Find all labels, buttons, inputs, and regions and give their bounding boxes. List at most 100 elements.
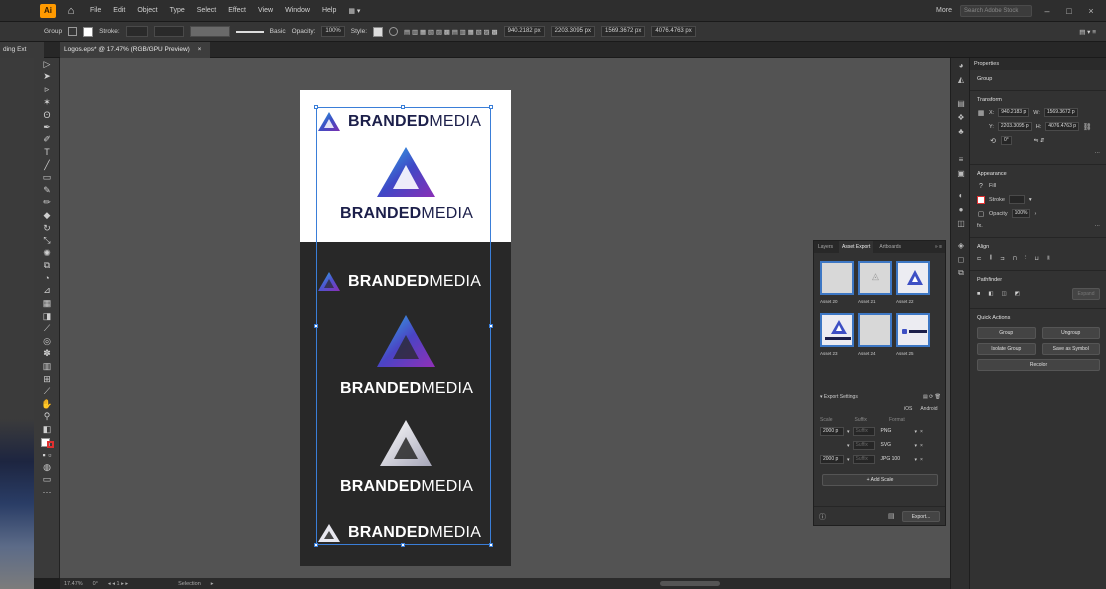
color-panel-icon[interactable]: ◕: [951, 58, 971, 72]
fill-swatch[interactable]: [68, 27, 78, 36]
tab-previous-document[interactable]: ding Ext: [0, 42, 44, 58]
bounding-handle[interactable]: [489, 543, 493, 547]
curvature-tool-icon[interactable]: ✐: [34, 134, 60, 147]
menu-effect[interactable]: Effect: [228, 7, 246, 14]
gradient-tool-icon[interactable]: ◨: [34, 310, 60, 323]
asset-thumbnail[interactable]: [858, 313, 892, 347]
workspace-switcher[interactable]: More: [936, 7, 952, 14]
home-icon[interactable]: ⌂: [64, 4, 78, 18]
paintbrush-tool-icon[interactable]: ✎: [34, 184, 60, 197]
menu-edit[interactable]: Edit: [113, 7, 125, 14]
hand-tool-icon[interactable]: ✋: [34, 398, 60, 411]
screen-mode-icon[interactable]: ▭: [34, 474, 60, 487]
export-button[interactable]: Export...: [902, 511, 940, 522]
rotation-angle[interactable]: 0°: [93, 581, 98, 587]
export-for-screens-icon[interactable]: ▤: [888, 512, 895, 520]
transform-x-field[interactable]: 940.2183 p: [998, 108, 1030, 117]
scale-field[interactable]: 2000 p: [820, 455, 844, 464]
rectangle-tool-icon[interactable]: ▭: [34, 171, 60, 184]
y-field[interactable]: 2203.3095 px: [550, 26, 596, 37]
menu-object[interactable]: Object: [137, 7, 157, 14]
maximize-icon[interactable]: □: [1062, 6, 1076, 16]
transform-w-field[interactable]: 1569.3672 p: [1043, 108, 1078, 117]
pathfinder-unite-icon[interactable]: ■: [977, 291, 980, 297]
format-select[interactable]: PNG: [877, 427, 912, 436]
shape-builder-tool-icon[interactable]: ◔: [34, 272, 60, 285]
tab-active-document[interactable]: Logos.eps* @ 17.47% (RGB/GPU Preview) ×: [60, 42, 210, 58]
zoom-tool-icon[interactable]: ⚲: [34, 411, 60, 424]
export-settings-toggle[interactable]: ▾ Export Settings: [820, 394, 858, 400]
bounding-handle[interactable]: [314, 105, 318, 109]
stroke-color-swatch[interactable]: [977, 195, 985, 204]
format-select[interactable]: JPG 100: [877, 455, 912, 464]
opacity-label[interactable]: Opacity: [989, 211, 1008, 217]
gradient-panel-icon[interactable]: ▣: [951, 166, 971, 180]
opacity-field[interactable]: 100%: [1011, 209, 1031, 218]
suffix-field[interactable]: Suffix: [852, 427, 875, 436]
rotate-angle-field[interactable]: 0°: [1001, 136, 1012, 145]
asset-name[interactable]: Asset 24: [858, 351, 876, 356]
appearance-panel-icon[interactable]: ●: [951, 202, 971, 216]
status-arrow-icon[interactable]: ▸: [211, 581, 214, 587]
bounding-handle[interactable]: [401, 543, 405, 547]
pathfinder-exclude-icon[interactable]: ◩: [1015, 291, 1020, 297]
more-options-icon[interactable]: ···: [1095, 150, 1101, 156]
asset-name[interactable]: Asset 23: [820, 351, 838, 356]
info-icon[interactable]: ⓘ: [819, 512, 826, 522]
stroke-label[interactable]: Stroke: [989, 197, 1005, 203]
scale-field[interactable]: 2000 p: [820, 427, 844, 436]
x-field[interactable]: 940.2182 px: [503, 26, 545, 37]
brush-basic-label[interactable]: Basic: [270, 28, 286, 35]
color-guide-icon[interactable]: ◭: [951, 72, 971, 86]
graph-tool-icon[interactable]: ▥: [34, 360, 60, 373]
eyedropper-tool-icon[interactable]: ⟋: [34, 322, 60, 335]
warp-tool-icon[interactable]: ✺: [34, 247, 60, 260]
bounding-handle[interactable]: [314, 543, 318, 547]
transparency-panel-icon[interactable]: ◐: [951, 188, 971, 202]
artboard-navigator[interactable]: ◂ ◂ 1 ▸ ▸: [108, 581, 128, 587]
free-transform-tool-icon[interactable]: ⧉: [34, 260, 60, 273]
variable-width-field[interactable]: [153, 26, 184, 37]
bounding-handle[interactable]: [314, 324, 318, 328]
h-field[interactable]: 4076.4763 px: [651, 26, 696, 37]
remove-scale-icon[interactable]: ×: [920, 429, 923, 435]
stroke-panel-icon[interactable]: ≡: [951, 152, 971, 166]
selection-tool-icon[interactable]: ➤: [34, 71, 60, 84]
pathfinder-intersect-icon[interactable]: ◫: [1002, 291, 1007, 297]
bounding-handle[interactable]: [489, 105, 493, 109]
format-dropdown-icon[interactable]: ▾: [915, 429, 918, 435]
artboards-panel-icon[interactable]: ◻: [951, 252, 971, 266]
direct-selection-tool-icon[interactable]: ▹: [34, 83, 60, 96]
symbols-icon[interactable]: ❖: [951, 110, 971, 124]
minimize-icon[interactable]: –: [1040, 6, 1054, 16]
reference-point-icon[interactable]: ▦: [977, 109, 985, 117]
align-icons[interactable]: ▤ ▥ ▦ ▧ ▨ ▩ ▤ ▥ ▦ ▧ ▨ ▩: [404, 28, 498, 36]
color-mode-icons[interactable]: ▪ ▫: [34, 448, 60, 461]
tab-close-icon[interactable]: ×: [198, 46, 202, 53]
selection-bounding-box[interactable]: [316, 107, 491, 545]
recolor-icon[interactable]: [389, 27, 399, 36]
transform-y-field[interactable]: 2203.3095 p: [997, 122, 1032, 131]
asset-thumbnail[interactable]: [896, 261, 930, 295]
graphic-style-swatch[interactable]: [373, 26, 384, 37]
scale-dropdown-icon[interactable]: ▾: [847, 429, 850, 435]
brushes-icon[interactable]: ♣: [951, 124, 971, 138]
scale-dropdown-icon[interactable]: ▾: [847, 443, 850, 449]
menu-type[interactable]: Type: [170, 7, 185, 14]
libraries-icon[interactable]: ▤: [951, 96, 971, 110]
fill-stroke-swatches[interactable]: [34, 436, 60, 449]
asset-export-panel-icon[interactable]: ⧉: [951, 266, 971, 280]
current-tool-status[interactable]: Selection: [178, 581, 201, 587]
shaper-tool-icon[interactable]: ✏: [34, 197, 60, 210]
bounding-handle[interactable]: [489, 324, 493, 328]
mesh-tool-icon[interactable]: ▦: [34, 297, 60, 310]
panel-menu-icon[interactable]: ▤ ▾ ≡: [1079, 28, 1106, 36]
asset-name[interactable]: Asset 25: [896, 351, 914, 356]
slice-tool-icon[interactable]: ⟋: [34, 385, 60, 398]
edit-toolbar-icon[interactable]: ···: [34, 486, 60, 499]
stroke-weight-field[interactable]: [125, 26, 148, 37]
blend-tool-icon[interactable]: ◎: [34, 335, 60, 348]
rotate-tool-icon[interactable]: ↻: [34, 222, 60, 235]
stroke-swatch[interactable]: [83, 26, 94, 37]
stock-search-input[interactable]: Search Adobe Stock: [960, 4, 1032, 17]
